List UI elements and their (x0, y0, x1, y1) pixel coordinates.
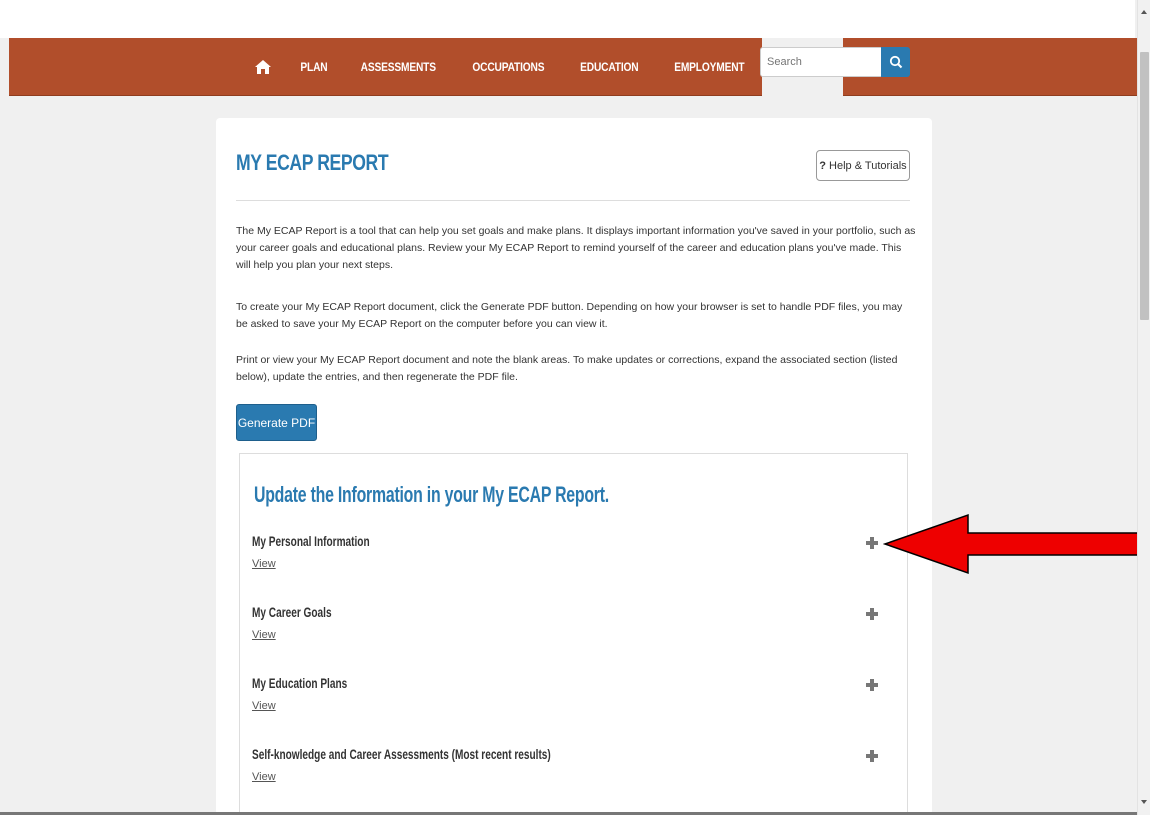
search-icon (889, 55, 902, 69)
title-divider (236, 200, 910, 201)
view-link[interactable]: View (252, 771, 276, 783)
nav-education[interactable]: EDUCATION (570, 38, 649, 96)
expand-plus-icon[interactable] (864, 535, 880, 551)
main-navbar: PLAN ASSESSMENTS OCCUPATIONS EDUCATION E… (9, 38, 1139, 96)
update-heading: Update the Information in your My ECAP R… (254, 482, 610, 507)
help-tutorials-button[interactable]: ? Help & Tutorials (816, 150, 910, 181)
intro-paragraph: The My ECAP Report is a tool that can he… (236, 225, 916, 271)
section-title[interactable]: Self-knowledge and Career Assessments (M… (252, 746, 551, 762)
search-box (760, 47, 910, 77)
nav-assessments[interactable]: ASSESSMENTS (350, 38, 446, 96)
section-title[interactable]: My Personal Information (252, 533, 370, 549)
generate-instructions: To create your My ECAP Report document, … (236, 301, 903, 330)
search-button[interactable] (881, 47, 910, 77)
update-panel: Update the Information in your My ECAP R… (239, 453, 908, 815)
update-instructions: Print or view your My ECAP Report docume… (236, 354, 898, 383)
nav-links: PLAN ASSESSMENTS OCCUPATIONS EDUCATION E… (244, 38, 844, 96)
help-tutorials-label: Help & Tutorials (829, 159, 907, 172)
view-link[interactable]: View (252, 700, 276, 712)
section-career-goals: My Career Goals View (252, 604, 892, 654)
section-title[interactable]: My Education Plans (252, 675, 347, 691)
scrollbar-thumb[interactable] (1140, 52, 1149, 320)
expand-plus-icon[interactable] (864, 606, 880, 622)
generate-pdf-button[interactable]: Generate PDF (236, 404, 317, 441)
browser-top-strip (0, 0, 1135, 38)
search-input[interactable] (760, 47, 881, 77)
view-link[interactable]: View (252, 558, 276, 570)
section-education-plans: My Education Plans View (252, 675, 892, 725)
red-arrow-icon (883, 513, 1149, 575)
view-link[interactable]: View (252, 629, 276, 641)
scroll-down-icon[interactable] (1141, 800, 1147, 804)
expand-plus-icon[interactable] (864, 748, 880, 764)
nav-plan[interactable]: PLAN (290, 38, 337, 96)
section-title[interactable]: My Career Goals (252, 604, 332, 620)
page-title: MY ECAP REPORT (236, 150, 389, 175)
nav-employment[interactable]: EMPLOYMENT (664, 38, 755, 96)
nav-occupations[interactable]: OCCUPATIONS (463, 38, 555, 96)
section-assessments: Self-knowledge and Career Assessments (M… (252, 746, 892, 796)
question-icon: ? (819, 159, 827, 172)
section-personal-information: My Personal Information View (252, 533, 892, 583)
report-card: MY ECAP REPORT ? Help & Tutorials The My… (216, 118, 932, 815)
vertical-scrollbar[interactable] (1137, 0, 1150, 815)
scroll-up-icon[interactable] (1141, 10, 1147, 14)
expand-plus-icon[interactable] (864, 677, 880, 693)
home-icon[interactable] (244, 38, 282, 96)
